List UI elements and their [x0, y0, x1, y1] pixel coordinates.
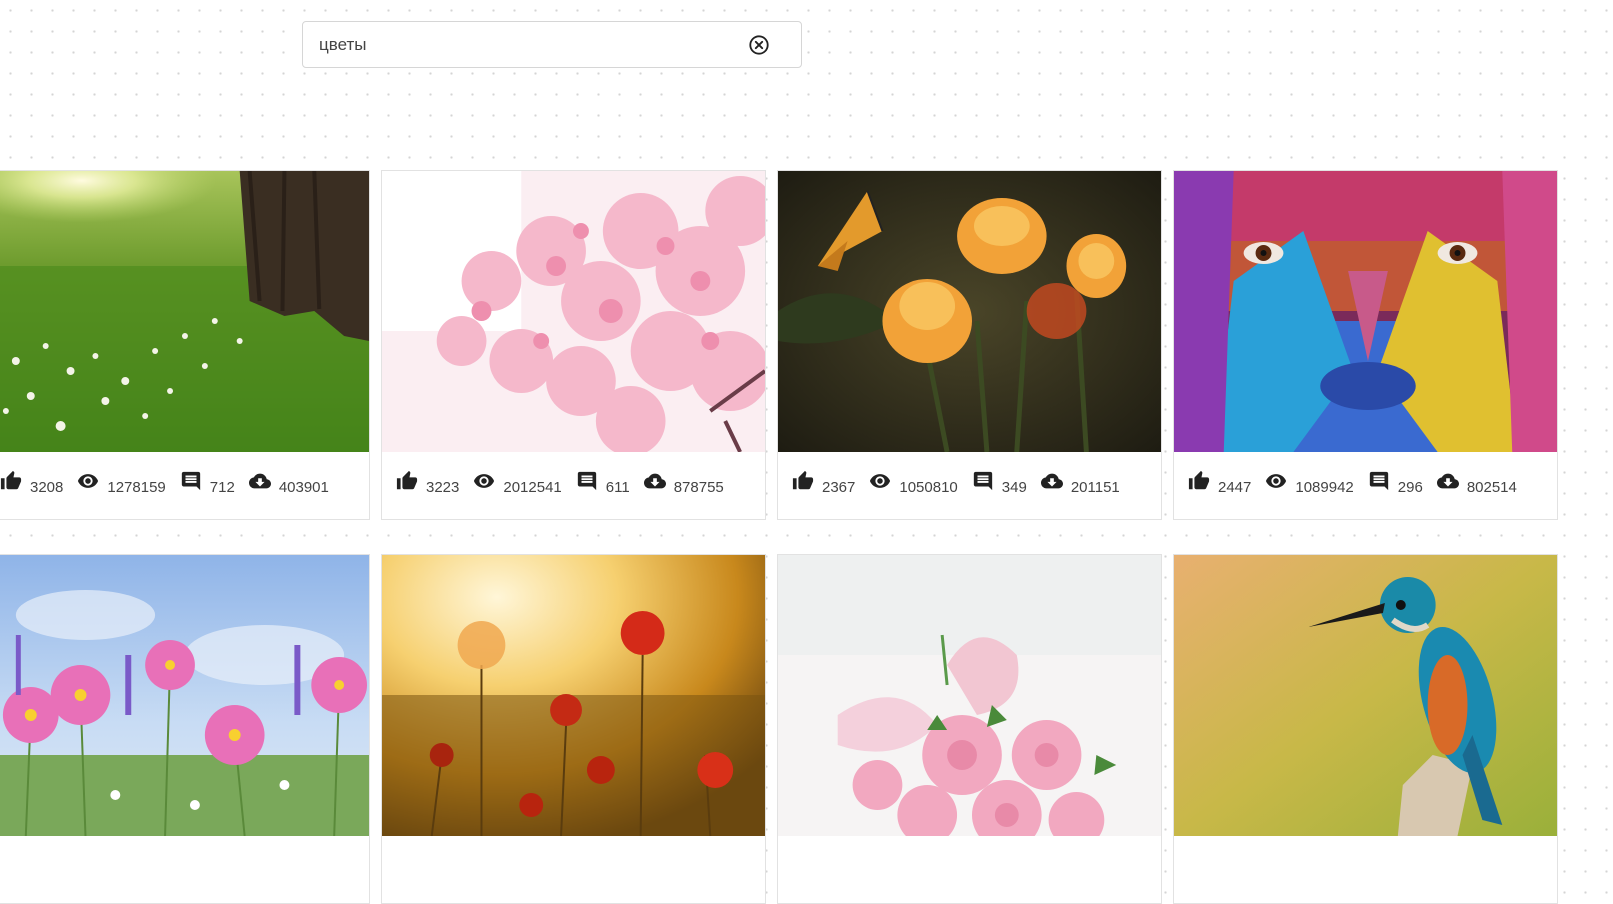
views-stat: 1278159: [77, 470, 166, 496]
downloads-count: 403901: [278, 479, 329, 496]
card-image-8[interactable]: [1174, 555, 1557, 836]
likes-count: 2367: [822, 479, 856, 496]
card-image-1[interactable]: [0, 171, 369, 452]
comments-count: 712: [209, 479, 235, 496]
image-card-7[interactable]: [777, 554, 1162, 904]
likes-stat: 3208: [0, 470, 64, 496]
downloads-stat: 403901: [249, 470, 329, 496]
card-image-6[interactable]: [382, 555, 765, 836]
comment-icon: [1368, 470, 1390, 492]
comments-stat: 296: [1368, 470, 1423, 496]
views-count: 1278159: [107, 479, 166, 496]
views-count: 2012541: [503, 479, 562, 496]
card-stats: 2447 1089942 296 802514: [1174, 461, 1557, 501]
card-image-4[interactable]: [1174, 171, 1557, 452]
image-card-4[interactable]: 2447 1089942 296 802514: [1173, 170, 1558, 520]
card-stats: 3208 1278159 712 403901: [0, 461, 369, 501]
card-stats: 3223 2012541 611 878755: [382, 461, 765, 501]
card-image-5[interactable]: [0, 555, 369, 836]
card-stats: 2367 1050810 349 201151: [778, 461, 1161, 501]
image-card-5[interactable]: [0, 554, 370, 904]
views-stat: 1050810: [869, 470, 958, 496]
thumb-up-icon: [1188, 470, 1210, 492]
downloads-count: 802514: [1466, 479, 1517, 496]
likes-count: 3223: [426, 479, 460, 496]
views-count: 1050810: [899, 479, 958, 496]
search-input[interactable]: [303, 22, 747, 67]
cloud-download-icon: [1041, 470, 1063, 492]
cloud-download-icon: [1437, 470, 1459, 492]
comments-count: 349: [1001, 479, 1027, 496]
image-card-1[interactable]: 3208 1278159 712 403901: [0, 170, 370, 520]
eye-icon: [77, 470, 99, 492]
card-image-7[interactable]: [778, 555, 1161, 836]
comment-icon: [576, 470, 598, 492]
thumb-up-icon: [0, 470, 22, 492]
cloud-download-icon: [644, 470, 666, 492]
image-card-3[interactable]: 2367 1050810 349 201151: [777, 170, 1162, 520]
likes-count: 2447: [1218, 479, 1252, 496]
downloads-stat: 878755: [644, 470, 724, 496]
downloads-count: 201151: [1070, 479, 1120, 496]
likes-stat: 2447: [1188, 470, 1252, 496]
views-count: 1089942: [1295, 479, 1354, 496]
downloads-stat: 802514: [1437, 470, 1517, 496]
comments-stat: 712: [180, 470, 235, 496]
likes-stat: 3223: [396, 470, 460, 496]
comment-icon: [180, 470, 202, 492]
eye-icon: [869, 470, 891, 492]
comments-count: 611: [605, 479, 630, 496]
eye-icon: [473, 470, 495, 492]
likes-count: 3208: [30, 479, 64, 496]
views-stat: 1089942: [1265, 470, 1354, 496]
thumb-up-icon: [792, 470, 814, 492]
search-bar: [302, 21, 802, 68]
card-image-3[interactable]: [778, 171, 1161, 452]
downloads-stat: 201151: [1041, 470, 1120, 496]
comment-icon: [972, 470, 994, 492]
clear-search-icon[interactable]: [747, 33, 771, 57]
comments-stat: 349: [972, 470, 1027, 496]
comments-stat: 611: [576, 470, 630, 496]
downloads-count: 878755: [673, 479, 724, 496]
views-stat: 2012541: [473, 470, 562, 496]
cloud-download-icon: [249, 470, 271, 492]
comments-count: 296: [1397, 479, 1423, 496]
image-card-6[interactable]: [381, 554, 766, 904]
card-image-2[interactable]: [382, 171, 765, 452]
image-card-2[interactable]: 3223 2012541 611 878755: [381, 170, 766, 520]
thumb-up-icon: [396, 470, 418, 492]
eye-icon: [1265, 470, 1287, 492]
likes-stat: 2367: [792, 470, 856, 496]
image-card-8[interactable]: [1173, 554, 1558, 904]
